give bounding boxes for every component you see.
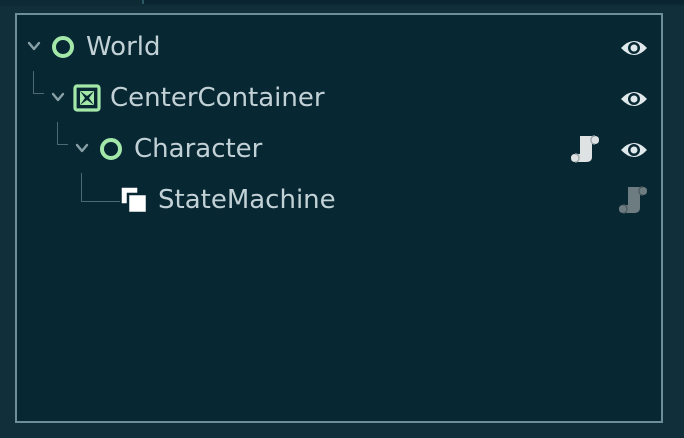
chevron-down-icon[interactable] bbox=[75, 141, 89, 155]
tree-row-world[interactable]: World bbox=[17, 25, 661, 69]
eye-icon[interactable] bbox=[619, 35, 649, 61]
tree-row-centercontainer[interactable]: CenterContainer bbox=[17, 76, 661, 120]
chevron-down-icon[interactable] bbox=[27, 39, 41, 53]
script-icon[interactable] bbox=[570, 133, 600, 165]
dock-tab-edge bbox=[142, 0, 684, 4]
tree-row-label: Character bbox=[134, 134, 263, 164]
tree-row-label: CenterContainer bbox=[110, 83, 325, 113]
dock-tab-strip bbox=[0, 0, 684, 6]
center-container-icon bbox=[73, 84, 101, 112]
tree-row-label: StateMachine bbox=[158, 185, 336, 215]
eye-icon[interactable] bbox=[619, 86, 649, 112]
chevron-down-icon[interactable] bbox=[51, 90, 65, 104]
script-icon[interactable] bbox=[618, 184, 648, 216]
node-stack-icon bbox=[120, 186, 148, 214]
tree-row-character[interactable]: Character bbox=[17, 127, 661, 171]
node2d-circle-icon bbox=[52, 36, 74, 58]
tree-row-statemachine[interactable]: StateMachine bbox=[17, 178, 661, 222]
node2d-circle-icon bbox=[100, 138, 122, 160]
tree-row-label: World bbox=[86, 32, 161, 62]
scene-tree-panel: World CenterContainer Character StateMac… bbox=[15, 13, 663, 423]
eye-icon[interactable] bbox=[619, 137, 649, 163]
